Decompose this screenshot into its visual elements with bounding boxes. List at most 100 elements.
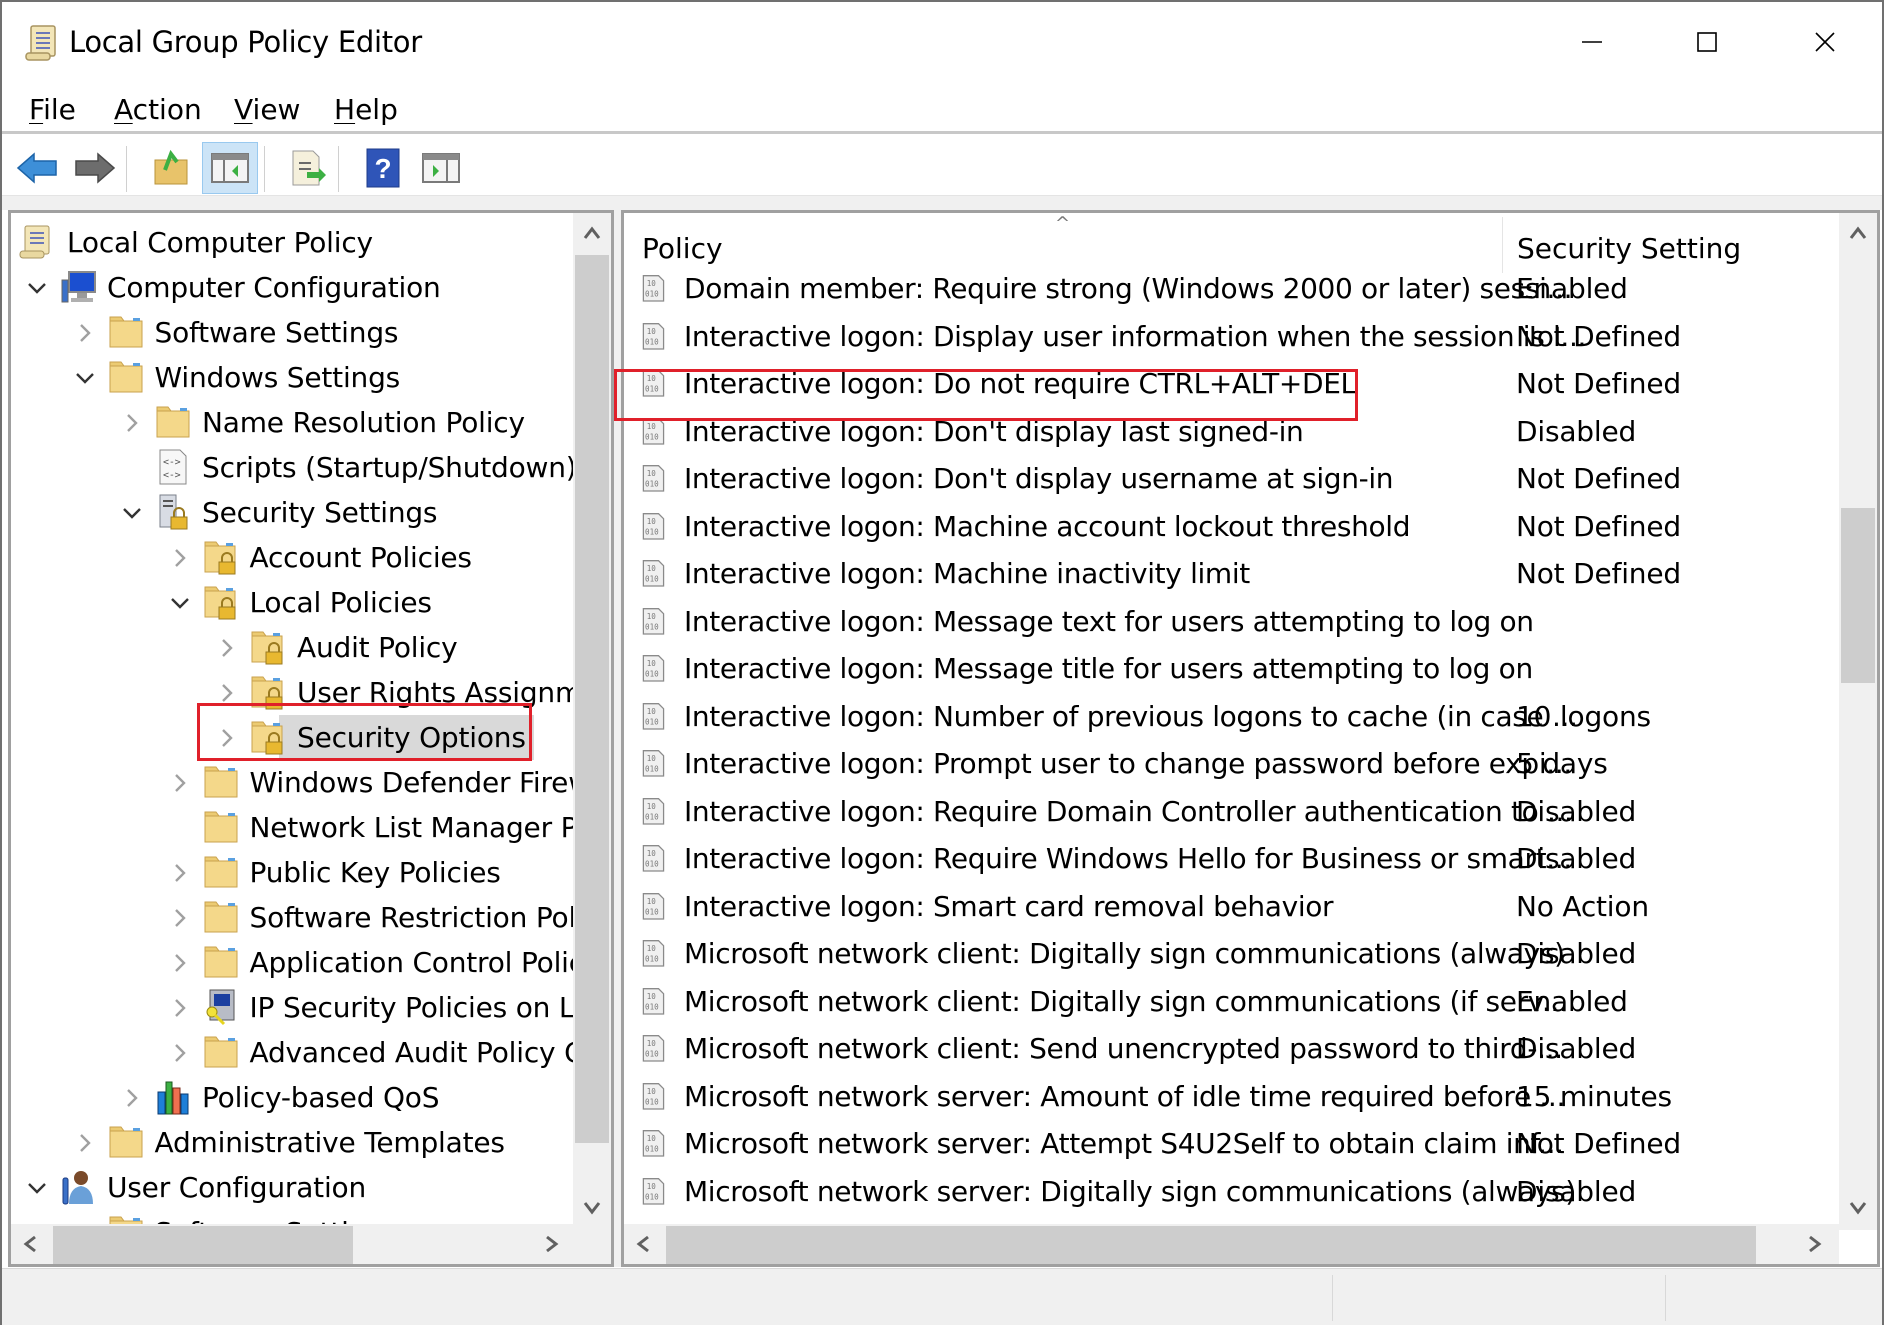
tree-scroll-down-button[interactable] — [573, 1188, 611, 1228]
policy-row[interactable]: 10 010 Microsoft network server: Attempt S… — [624, 1120, 1843, 1167]
tree-item[interactable]: Name Resolution Policy — [11, 400, 573, 445]
list-scroll-right-button[interactable] — [1796, 1224, 1834, 1264]
tree-expander[interactable] — [168, 1041, 192, 1065]
tree-horizontal-scrollbar[interactable] — [11, 1224, 573, 1264]
forward-button[interactable] — [66, 142, 122, 194]
tree-expander[interactable] — [168, 861, 192, 885]
tree-item[interactable]: Advanced Audit Policy Configuration — [11, 1030, 611, 1075]
list-scroll-down-button[interactable] — [1839, 1188, 1877, 1228]
menu-help[interactable]: Help — [334, 88, 398, 132]
close-button[interactable] — [1780, 14, 1870, 70]
policy-row[interactable]: 10 010 Interactive logon: Display user inf… — [624, 313, 1843, 360]
policy-row[interactable]: 10 010 Microsoft network server: Amount of… — [624, 1073, 1843, 1120]
svg-text:10: 10 — [647, 1039, 657, 1048]
svg-text:010: 010 — [645, 907, 659, 916]
tree-hscroll-thumb[interactable] — [53, 1226, 353, 1264]
tree-scroll-up-button[interactable] — [573, 213, 611, 253]
show-hide-action-pane-button[interactable] — [413, 142, 469, 194]
tree-item[interactable]: Computer Configuration — [11, 265, 573, 310]
tree-item[interactable]: Local Policies — [11, 580, 573, 625]
policy-setting-icon: 10010 — [642, 322, 665, 350]
policy-row[interactable]: 10 010 Interactive logon: Do not require C… — [624, 360, 1843, 407]
policy-row[interactable]: 10 010 Interactive logon: Don't display us… — [624, 455, 1843, 502]
back-button[interactable] — [10, 142, 66, 194]
policy-row[interactable]: 10 010 Interactive logon: Don't display la… — [624, 408, 1843, 455]
tree-scroll-thumb[interactable] — [575, 255, 609, 1143]
locked-folder-icon — [204, 586, 235, 620]
menu-file[interactable]: File — [29, 88, 76, 132]
list-scroll-up-button[interactable] — [1839, 213, 1877, 253]
policy-row[interactable]: 10 010 Interactive logon: Message text for… — [624, 598, 1843, 645]
tree-item[interactable]: Software Settings — [11, 310, 573, 355]
tree-item[interactable]: User Configuration — [11, 1165, 573, 1210]
tree-expander[interactable] — [168, 591, 192, 615]
policy-row[interactable]: 10 010 Interactive logon: Require Windows … — [624, 835, 1843, 882]
tree-item[interactable]: <-> <-> Scripts (Startup/Shutdown) — [11, 445, 577, 490]
chevron-right-icon — [79, 1134, 91, 1152]
tree-item[interactable]: Account Policies — [11, 535, 573, 580]
tree-scroll-left-button[interactable] — [11, 1224, 49, 1264]
tree-expander[interactable] — [73, 321, 97, 345]
policy-setting-icon: 10010 — [642, 560, 665, 587]
tree-item[interactable]: Windows Settings — [11, 355, 573, 400]
tree-item[interactable]: Windows Defender Firewall with Advanced … — [11, 760, 611, 805]
export-list-button[interactable] — [279, 142, 335, 194]
tree-expander[interactable] — [168, 996, 192, 1020]
tree-expander[interactable] — [168, 951, 192, 975]
policy-row[interactable]: 10 010 Microsoft network client: Digitally… — [624, 978, 1843, 1025]
policy-row[interactable]: 10 010 Interactive logon: Require Domain C… — [624, 788, 1843, 835]
menu-action[interactable]: Action — [114, 88, 202, 132]
policy-row[interactable]: 10 010 Domain member: Require strong (Wind… — [624, 265, 1843, 312]
tree-item[interactable]: Security Options — [11, 715, 573, 760]
policy-row[interactable]: 10 010 Interactive logon: Message title fo… — [624, 645, 1843, 692]
tree-item[interactable]: Administrative Templates — [11, 1120, 573, 1165]
tree-expander[interactable] — [215, 726, 239, 750]
policy-row[interactable]: 10 010 Interactive logon: Number of previo… — [624, 693, 1843, 740]
tree-item[interactable]: Network List Manager Policies — [11, 805, 611, 850]
tree-expander[interactable] — [168, 546, 192, 570]
policy-row[interactable]: 10 010 Microsoft network client: Send unen… — [624, 1025, 1843, 1072]
tree-item[interactable]: Policy-based QoS — [11, 1075, 573, 1120]
tree-item[interactable]: Application Control Policies — [11, 940, 611, 985]
list-scroll-left-button[interactable] — [624, 1224, 662, 1264]
console-tree-pane: Local Computer Policy Computer Configurat… — [8, 210, 614, 1267]
tree-item[interactable]: Software Restriction Policies — [11, 895, 611, 940]
tree-vertical-scrollbar[interactable] — [573, 213, 611, 1230]
list-scroll-thumb[interactable] — [1841, 508, 1875, 683]
policy-row[interactable]: 10 010 Interactive logon: Smart card remov… — [624, 883, 1843, 930]
list-vertical-scrollbar[interactable] — [1839, 213, 1877, 1230]
tree-expander[interactable] — [168, 906, 192, 930]
policy-row[interactable]: 10 010 Interactive logon: Machine account … — [624, 503, 1843, 550]
list-horizontal-scrollbar[interactable] — [624, 1224, 1839, 1264]
tree-item[interactable]: Audit Policy — [11, 625, 573, 670]
help-button[interactable]: ? — [355, 142, 411, 194]
policy-row[interactable]: 10 010 Interactive logon: Machine inactivi… — [624, 550, 1843, 597]
tree-item[interactable]: Local Computer Policy — [11, 220, 573, 265]
tree-expander[interactable] — [25, 276, 49, 300]
show-hide-console-tree-button[interactable] — [202, 142, 258, 194]
tree-expander[interactable] — [168, 771, 192, 795]
tree-item[interactable]: IP Security Policies on Local Computer — [11, 985, 611, 1030]
svg-text:<->: <-> — [163, 470, 181, 481]
tree-expander[interactable] — [215, 636, 239, 660]
tree-scroll-right-button[interactable] — [533, 1224, 571, 1264]
tree-expander[interactable] — [120, 1086, 144, 1110]
tree-expander[interactable] — [120, 411, 144, 435]
minimize-button[interactable] — [1547, 14, 1637, 70]
policy-row[interactable]: 10 010 Microsoft network server: Digitally… — [624, 1168, 1843, 1215]
tree-item[interactable]: User Rights Assignment — [11, 670, 611, 715]
policy-row[interactable]: 10 010 Interactive logon: Prompt user to c… — [624, 740, 1843, 787]
list-hscroll-thumb[interactable] — [666, 1226, 1756, 1264]
tree-expander[interactable] — [73, 366, 97, 390]
tree-item[interactable]: Security Settings — [11, 490, 573, 535]
tree-expander[interactable] — [25, 1176, 49, 1200]
tree-expander[interactable] — [120, 501, 144, 525]
policy-row[interactable]: 10 010 Microsoft network client: Digitally… — [624, 930, 1843, 977]
tree-item[interactable]: Public Key Policies — [11, 850, 573, 895]
tree-expander[interactable] — [215, 681, 239, 705]
pane-splitter[interactable] — [614, 210, 621, 1267]
tree-expander[interactable] — [73, 1131, 97, 1155]
menu-view[interactable]: View — [234, 88, 300, 132]
maximize-button[interactable] — [1662, 14, 1752, 70]
up-one-level-button[interactable] — [143, 142, 199, 194]
